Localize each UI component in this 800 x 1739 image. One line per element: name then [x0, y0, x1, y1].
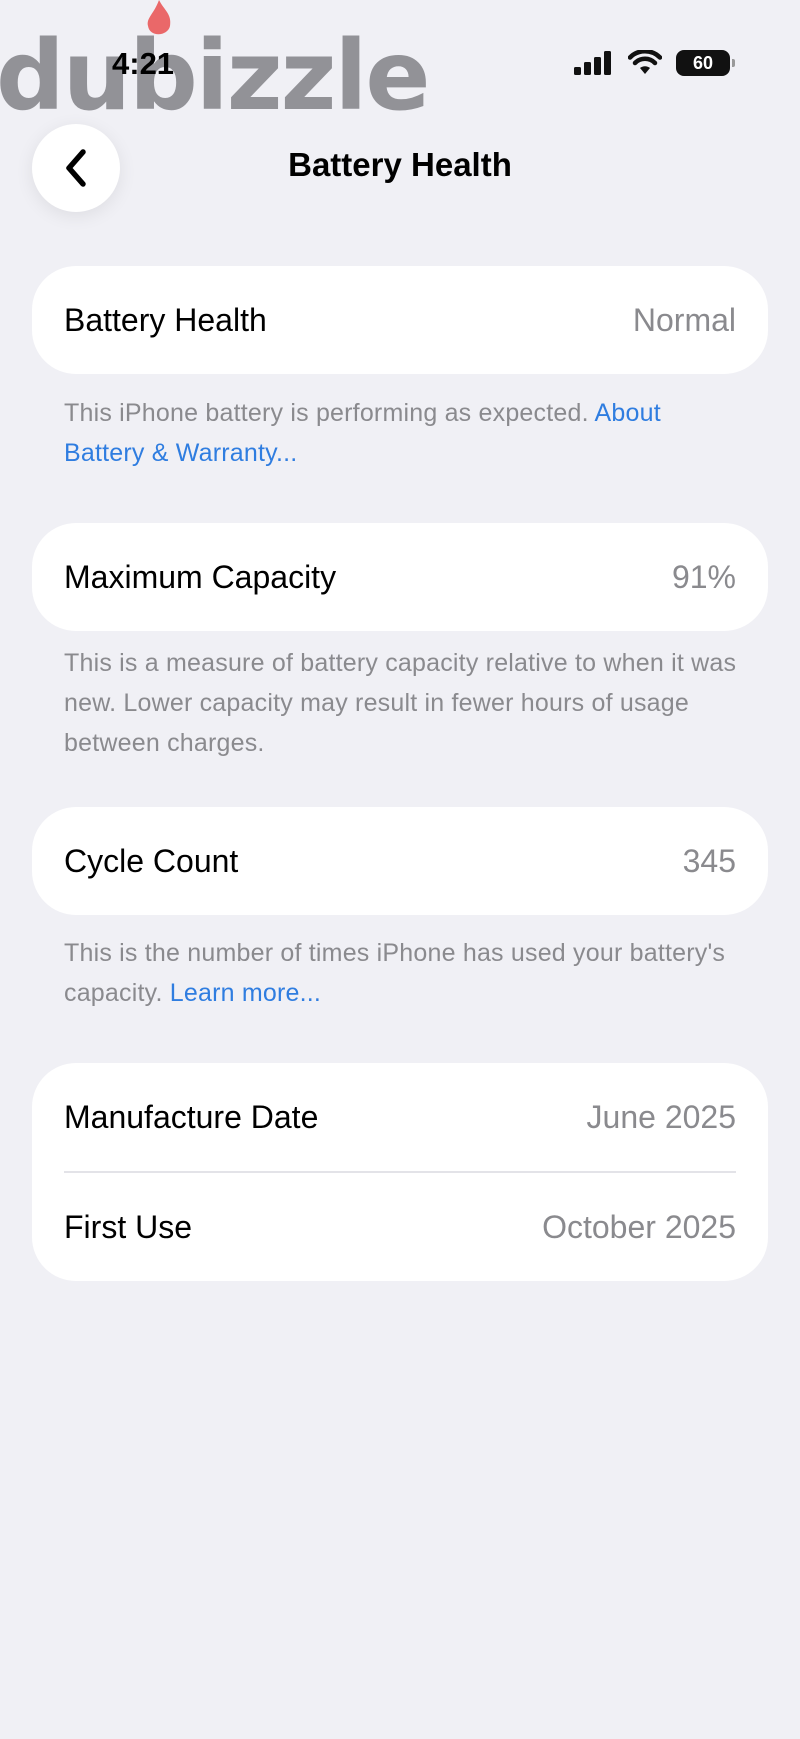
battery-health-note-text: This iPhone battery is performing as exp…	[64, 399, 589, 427]
cycle-count-label: Cycle Count	[64, 842, 239, 879]
learn-more-link[interactable]: Learn more...	[170, 979, 321, 1007]
cellular-signal-icon	[574, 51, 611, 75]
first-use-value: October 2025	[542, 1208, 736, 1245]
battery-health-note: This iPhone battery is performing as exp…	[64, 393, 744, 473]
flame-icon	[147, 0, 171, 35]
maximum-capacity-row: Maximum Capacity 91%	[32, 523, 768, 631]
cycle-count-card: Cycle Count 345	[32, 807, 768, 915]
dubizzle-watermark: dubizzle	[0, 20, 430, 132]
cycle-count-value: 345	[682, 842, 736, 879]
battery-health-value: Normal	[632, 301, 736, 338]
status-time: 4:21	[112, 46, 175, 81]
battery-health-card: Battery Health Normal	[32, 266, 768, 374]
page-title: Battery Health	[288, 146, 512, 183]
status-icons: 60	[574, 50, 735, 76]
wifi-icon	[628, 50, 662, 74]
first-use-label: First Use	[64, 1208, 192, 1245]
manufacture-date-value: June 2025	[586, 1098, 736, 1135]
cycle-count-note-text: This is the number of times iPhone has u…	[64, 939, 726, 1007]
battery-level: 60	[692, 52, 714, 73]
watermark-text: dubizzle	[0, 20, 430, 132]
cycle-count-row: Cycle Count 345	[32, 807, 768, 915]
battery-health-label: Battery Health	[64, 301, 267, 338]
maximum-capacity-card: Maximum Capacity 91%	[32, 523, 768, 631]
maximum-capacity-note: This is a measure of battery capacity re…	[64, 649, 737, 757]
manufacture-date-label: Manufacture Date	[64, 1098, 319, 1135]
manufacture-date-row: Manufacture Date June 2025	[32, 1063, 768, 1171]
dates-card: Manufacture Date June 2025 First Use Oct…	[32, 1063, 768, 1281]
first-use-row: First Use October 2025	[32, 1173, 768, 1281]
battery-health-screen: dubizzle 4:21 60 Battery Health Battery …	[0, 0, 800, 1739]
battery-health-row: Battery Health Normal	[32, 266, 768, 374]
maximum-capacity-label: Maximum Capacity	[64, 558, 337, 595]
battery-icon: 60	[676, 50, 735, 76]
maximum-capacity-value: 91%	[671, 558, 736, 595]
cycle-count-note: This is the number of times iPhone has u…	[64, 933, 744, 1013]
